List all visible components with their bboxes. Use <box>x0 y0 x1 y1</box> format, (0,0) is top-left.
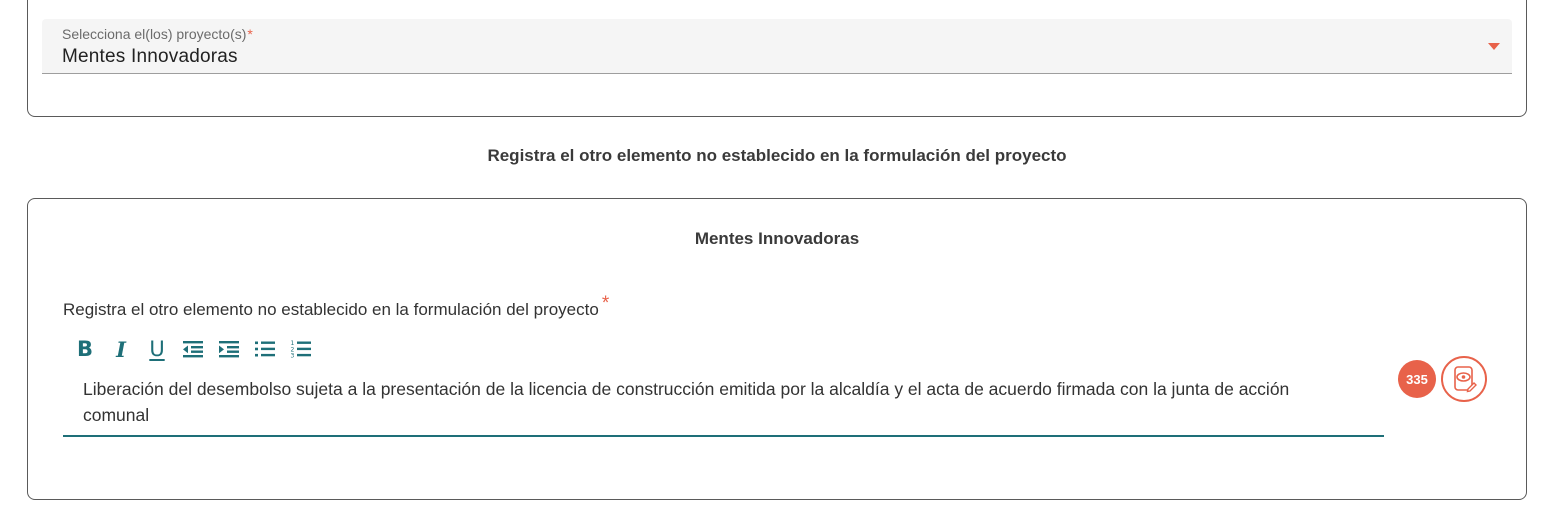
preview-document-icon[interactable] <box>1441 356 1487 402</box>
editor-toolbar: B I U 1 2 3 <box>72 337 314 361</box>
indent-icon[interactable] <box>216 337 242 361</box>
bullet-list-icon[interactable] <box>252 337 278 361</box>
project-title: Mentes Innovadoras <box>694 229 860 248</box>
underline-icon[interactable]: U <box>144 337 170 361</box>
numbered-list-icon[interactable]: 1 2 3 <box>288 337 314 361</box>
project-select-value: Mentes Innovadoras <box>62 46 238 67</box>
project-select-label: Selecciona el(los) proyecto(s)* <box>62 26 253 42</box>
italic-icon[interactable]: I <box>108 337 134 361</box>
required-asterisk: * <box>601 293 610 314</box>
project-select[interactable]: Selecciona el(los) proyecto(s)* Mentes I… <box>42 19 1512 74</box>
required-asterisk: * <box>247 26 253 42</box>
caret-down-icon[interactable] <box>1488 43 1500 50</box>
editor-content[interactable]: Liberación del desembolso sujeta a la pr… <box>83 376 1323 428</box>
outdent-icon[interactable] <box>180 337 206 361</box>
section-heading: Registra el otro elemento no establecido… <box>487 146 1067 165</box>
svg-text:3: 3 <box>291 353 295 359</box>
field-label: Registra el otro elemento no establecido… <box>63 293 610 319</box>
char-count-badge: 335 <box>1398 360 1436 398</box>
rich-text-editor[interactable]: Liberación del desembolso sujeta a la pr… <box>63 370 1384 437</box>
bold-icon[interactable]: B <box>72 337 98 361</box>
